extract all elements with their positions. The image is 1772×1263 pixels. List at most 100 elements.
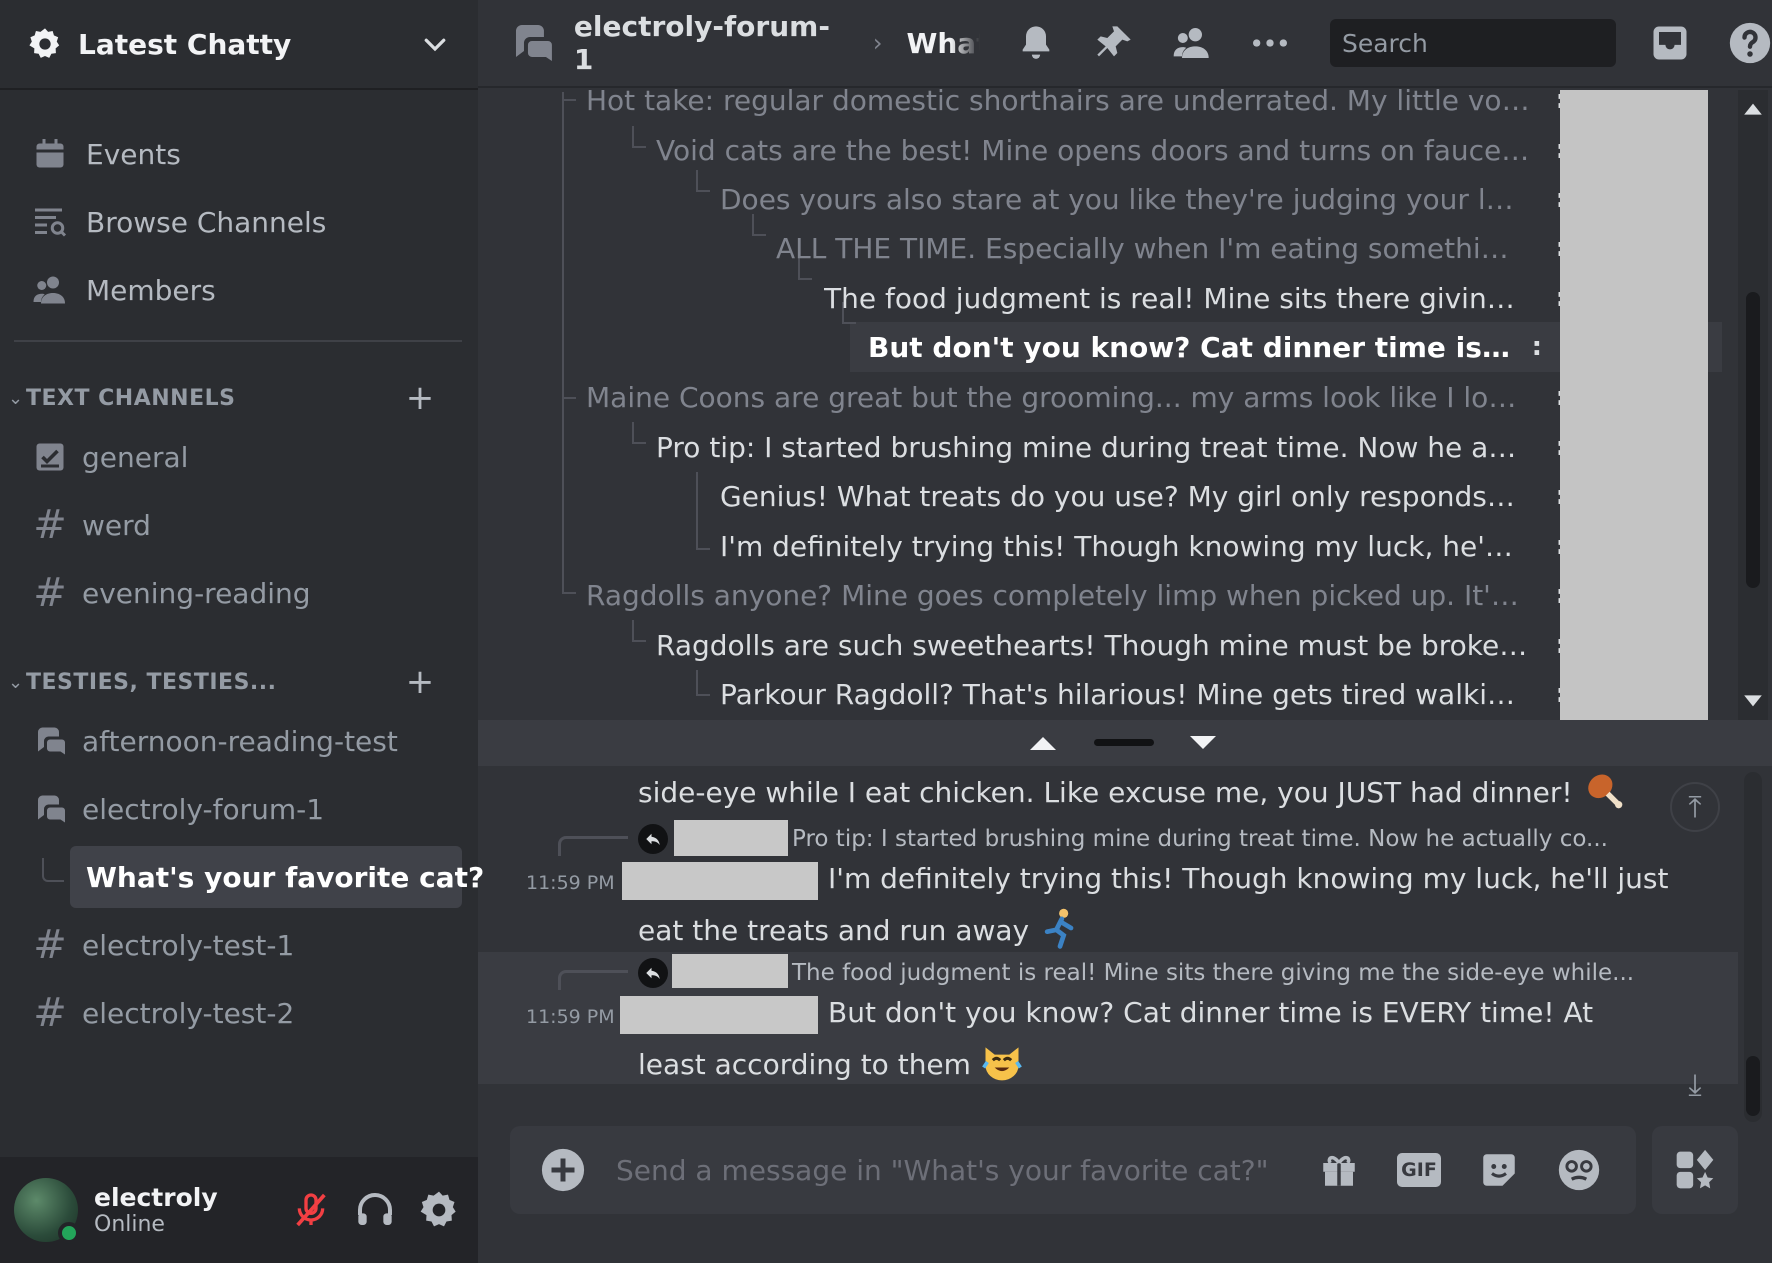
pin-icon[interactable] xyxy=(1092,21,1136,65)
add-attachment-icon[interactable] xyxy=(540,1147,586,1193)
sticker-icon[interactable] xyxy=(1476,1147,1522,1193)
bell-icon[interactable] xyxy=(1014,21,1058,65)
category-text-channels[interactable]: ⌄ TEXT CHANNELS + xyxy=(0,378,478,418)
nav-events[interactable]: Events xyxy=(28,120,458,188)
mute-mic-icon[interactable] xyxy=(286,1185,336,1235)
tree-item[interactable]: The food judgment is real! Mine sits the… xyxy=(824,276,1566,320)
category-label: TEXT CHANNELS xyxy=(26,385,236,411)
channel-evening-reading[interactable]: # evening-reading xyxy=(28,562,462,624)
channel-electroly-test-2[interactable]: # electroly-test-2 xyxy=(28,982,462,1044)
gift-icon[interactable] xyxy=(1316,1147,1362,1193)
scroll-down-arrow-icon[interactable] xyxy=(1742,692,1764,712)
channel-electroly-forum-1[interactable]: electroly-forum-1 xyxy=(28,778,462,840)
tree-line xyxy=(632,620,646,642)
channel-general[interactable]: general xyxy=(28,426,462,488)
tree-item[interactable]: Hot take: regular domestic shorthairs ar… xyxy=(586,78,1566,122)
jump-to-top-icon[interactable]: ⤒ xyxy=(1670,782,1720,832)
tree-item-active[interactable]: But don't you know? Cat dinner time is E… xyxy=(868,325,1542,369)
nav-members[interactable]: Members xyxy=(28,256,458,324)
apps-button[interactable] xyxy=(1652,1126,1738,1214)
message-input[interactable] xyxy=(616,1153,1316,1187)
tree-item-text: Ragdolls are such sweethearts! Though mi… xyxy=(656,628,1532,662)
tree-item[interactable]: I'm definitely trying this! Though knowi… xyxy=(720,524,1566,568)
message-text-line: least according to them xyxy=(638,1040,1024,1084)
forum-icon xyxy=(28,787,72,831)
headphones-icon[interactable] xyxy=(350,1185,400,1235)
channel-label: electroly-forum-1 xyxy=(82,792,325,826)
channel-label: werd xyxy=(82,508,151,542)
messages-scroll-thumb[interactable] xyxy=(1746,1056,1760,1116)
tree-line xyxy=(562,397,576,399)
channel-afternoon-reading-test[interactable]: afternoon-reading-test xyxy=(28,710,462,772)
hash-icon: # xyxy=(33,990,67,1036)
inbox-icon[interactable] xyxy=(1648,21,1692,65)
emoji-picker-icon[interactable] xyxy=(1556,1147,1602,1193)
settings-gear-icon[interactable] xyxy=(414,1185,464,1235)
avatar[interactable] xyxy=(14,1178,80,1244)
tree-item[interactable]: ALL THE TIME. Especially when I'm eating… xyxy=(776,226,1566,270)
reply-arrow-icon xyxy=(638,958,668,988)
more-options-icon[interactable] xyxy=(1248,21,1292,65)
tree-item-menu[interactable]: : xyxy=(1532,332,1542,362)
tree-line xyxy=(632,422,646,444)
nav-label: Members xyxy=(86,273,216,307)
nav-browse-channels[interactable]: Browse Channels xyxy=(28,188,458,256)
help-icon[interactable] xyxy=(1728,21,1772,65)
server-header[interactable]: Latest Chatty xyxy=(0,0,478,90)
running-person-emoji-icon xyxy=(1044,908,1074,949)
message-text: But don't you know? Cat dinner time is E… xyxy=(828,996,1594,1029)
resize-handle[interactable] xyxy=(1094,739,1154,746)
breadcrumb-thread: What's your favorite cat? xyxy=(906,26,980,60)
members-list-icon[interactable] xyxy=(1170,21,1214,65)
category-testies[interactable]: ⌄ TESTIES, TESTIES... + xyxy=(0,662,478,702)
breadcrumb-channel[interactable]: electroly-forum-1 xyxy=(574,10,849,76)
tree-item-text: Parkour Ragdoll? That's hilarious! Mine … xyxy=(720,677,1532,711)
tree-item[interactable]: Ragdolls anyone? Mine goes completely li… xyxy=(586,573,1566,617)
tree-line xyxy=(632,126,646,148)
reply-preview[interactable]: The food judgment is real! Mine sits the… xyxy=(792,960,1634,986)
tree-item[interactable]: Ragdolls are such sweethearts! Though mi… xyxy=(656,623,1566,667)
tree-item-text: Maine Coons are great but the grooming..… xyxy=(586,380,1526,414)
reply-preview[interactable]: Pro tip: I started brushing mine during … xyxy=(792,826,1608,852)
server-nav: Events Browse Channels Members xyxy=(28,120,458,324)
reply-connector xyxy=(558,836,628,856)
tree-scroll-thumb[interactable] xyxy=(1746,292,1760,588)
breadcrumb-separator: › xyxy=(872,29,883,57)
browse-channels-icon xyxy=(28,200,72,244)
add-channel-icon[interactable]: + xyxy=(400,381,440,415)
chevron-down-icon: ⌄ xyxy=(8,387,24,409)
message-text: I'm definitely trying this! Though knowi… xyxy=(828,862,1669,895)
redacted-username xyxy=(672,954,788,988)
tree-item[interactable]: Does yours also stare at you like they'r… xyxy=(720,177,1566,221)
tree-item-text: Pro tip: I started brushing mine during … xyxy=(656,430,1522,464)
search-box[interactable] xyxy=(1329,19,1659,67)
chevron-down-icon[interactable] xyxy=(420,29,450,59)
channel-werd[interactable]: # werd xyxy=(28,494,462,556)
search-input[interactable] xyxy=(1341,28,1659,58)
message-text: eat the treats and run away xyxy=(638,914,1030,947)
apps-icon xyxy=(1676,1149,1714,1189)
tree-item[interactable]: Maine Coons are great but the grooming..… xyxy=(586,375,1566,419)
jump-to-bottom-icon[interactable]: ⤓ xyxy=(1670,1060,1720,1110)
nav-label: Events xyxy=(86,137,181,171)
thread-whats-your-favorite-cat[interactable]: What's your favorite cat? xyxy=(70,846,484,908)
tree-item[interactable]: Parkour Ragdoll? That's hilarious! Mine … xyxy=(720,672,1566,716)
collapse-up-arrow-icon[interactable] xyxy=(1028,735,1058,751)
gif-icon[interactable]: GIF xyxy=(1396,1147,1442,1193)
reply-connector xyxy=(558,970,628,990)
scroll-up-arrow-icon[interactable] xyxy=(1742,98,1764,118)
drumstick-emoji-icon xyxy=(1587,774,1622,809)
tree-item[interactable]: Genius! What treats do you use? My girl … xyxy=(720,474,1566,518)
tree-item[interactable]: Void cats are the best! Mine opens doors… xyxy=(656,128,1566,172)
channel-label: afternoon-reading-test xyxy=(82,724,398,758)
server-name: Latest Chatty xyxy=(78,27,292,61)
add-channel-icon[interactable]: + xyxy=(400,665,440,699)
user-meta[interactable]: electroly Online xyxy=(94,1183,286,1237)
expand-down-arrow-icon[interactable] xyxy=(1188,735,1218,751)
hash-icon: # xyxy=(33,570,67,616)
gif-label: GIF xyxy=(1397,1153,1441,1187)
tree-item[interactable]: Pro tip: I started brushing mine during … xyxy=(656,425,1566,469)
channel-label: general xyxy=(82,440,189,474)
channel-electroly-test-1[interactable]: # electroly-test-1 xyxy=(28,914,462,976)
forum-icon xyxy=(28,719,72,763)
